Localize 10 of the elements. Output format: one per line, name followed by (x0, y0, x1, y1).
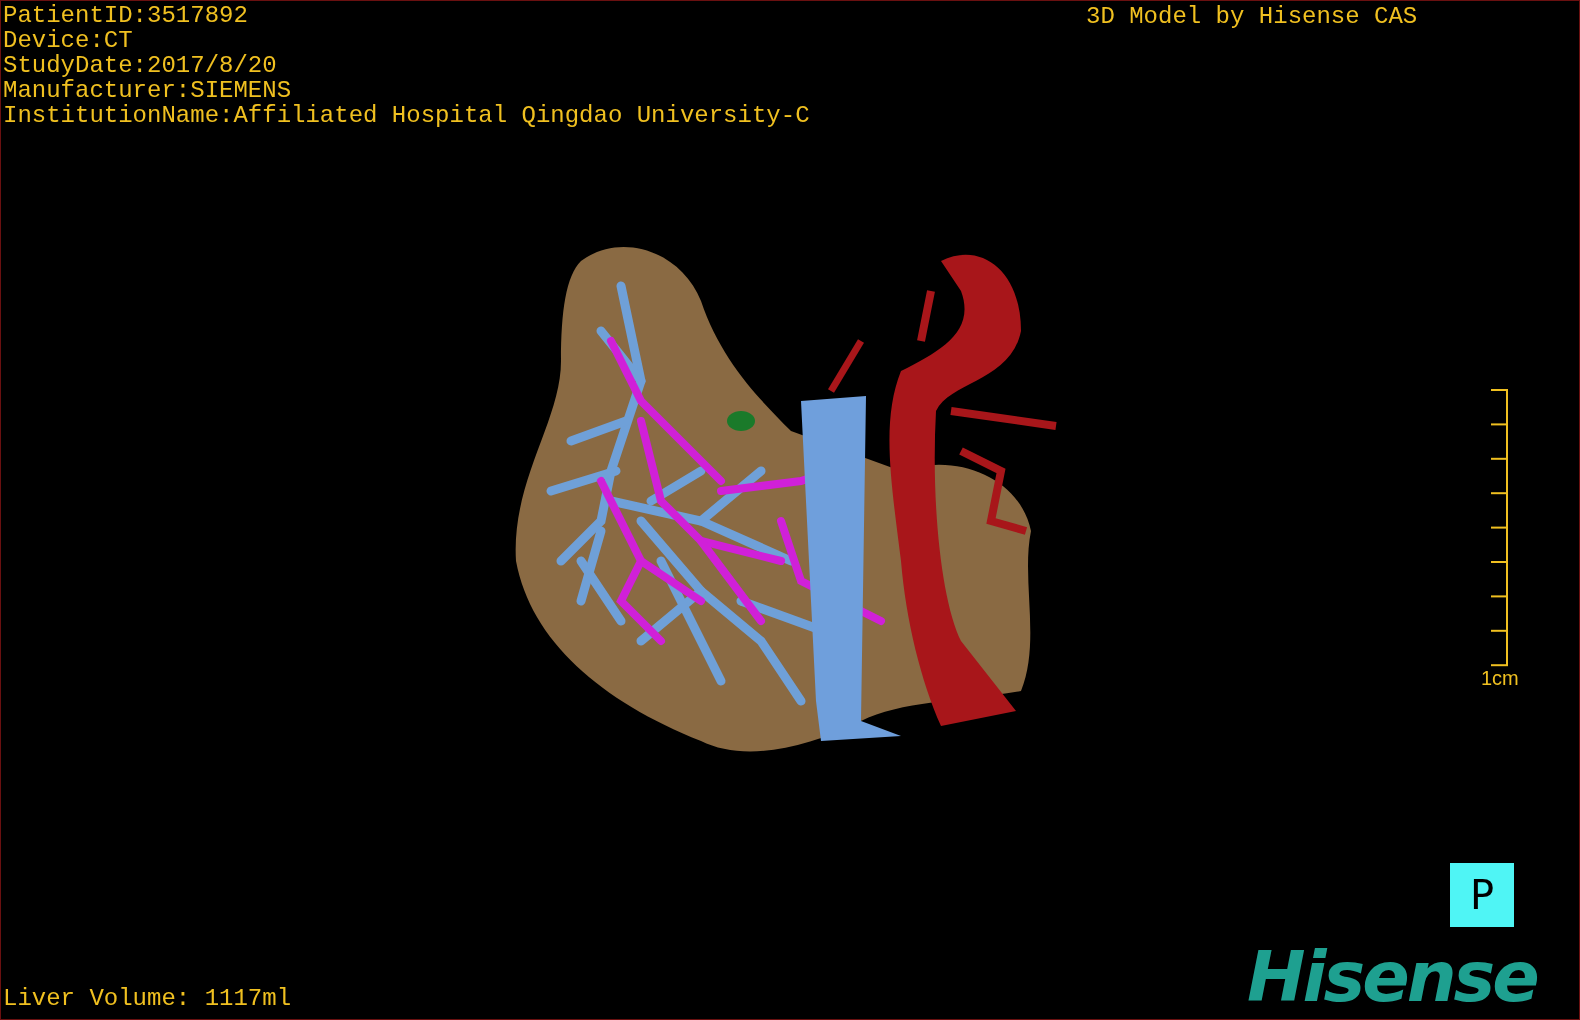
patient-info-text: StudyDate:2017/8/20 (3, 53, 278, 78)
brand-logo: Hisense (1247, 941, 1537, 1013)
model-credit-text: 3D Model by Hisense CAS (1086, 4, 1418, 30)
orientation-marker-button[interactable]: P (1450, 863, 1514, 927)
patient-info-text: InstitutionName:Affiliated Hospital Qingdao University-C (3, 103, 810, 128)
scale-bar-label: 1cm (1481, 667, 1519, 689)
patient-info-text: PatientID:3517892 (3, 3, 249, 28)
patient-info-text: Manufacturer:SIEMENS (3, 78, 293, 103)
liver-volume-text: Liver Volume: 1117ml (3, 985, 292, 1013)
patient-info-text: Device:CT (3, 28, 134, 53)
